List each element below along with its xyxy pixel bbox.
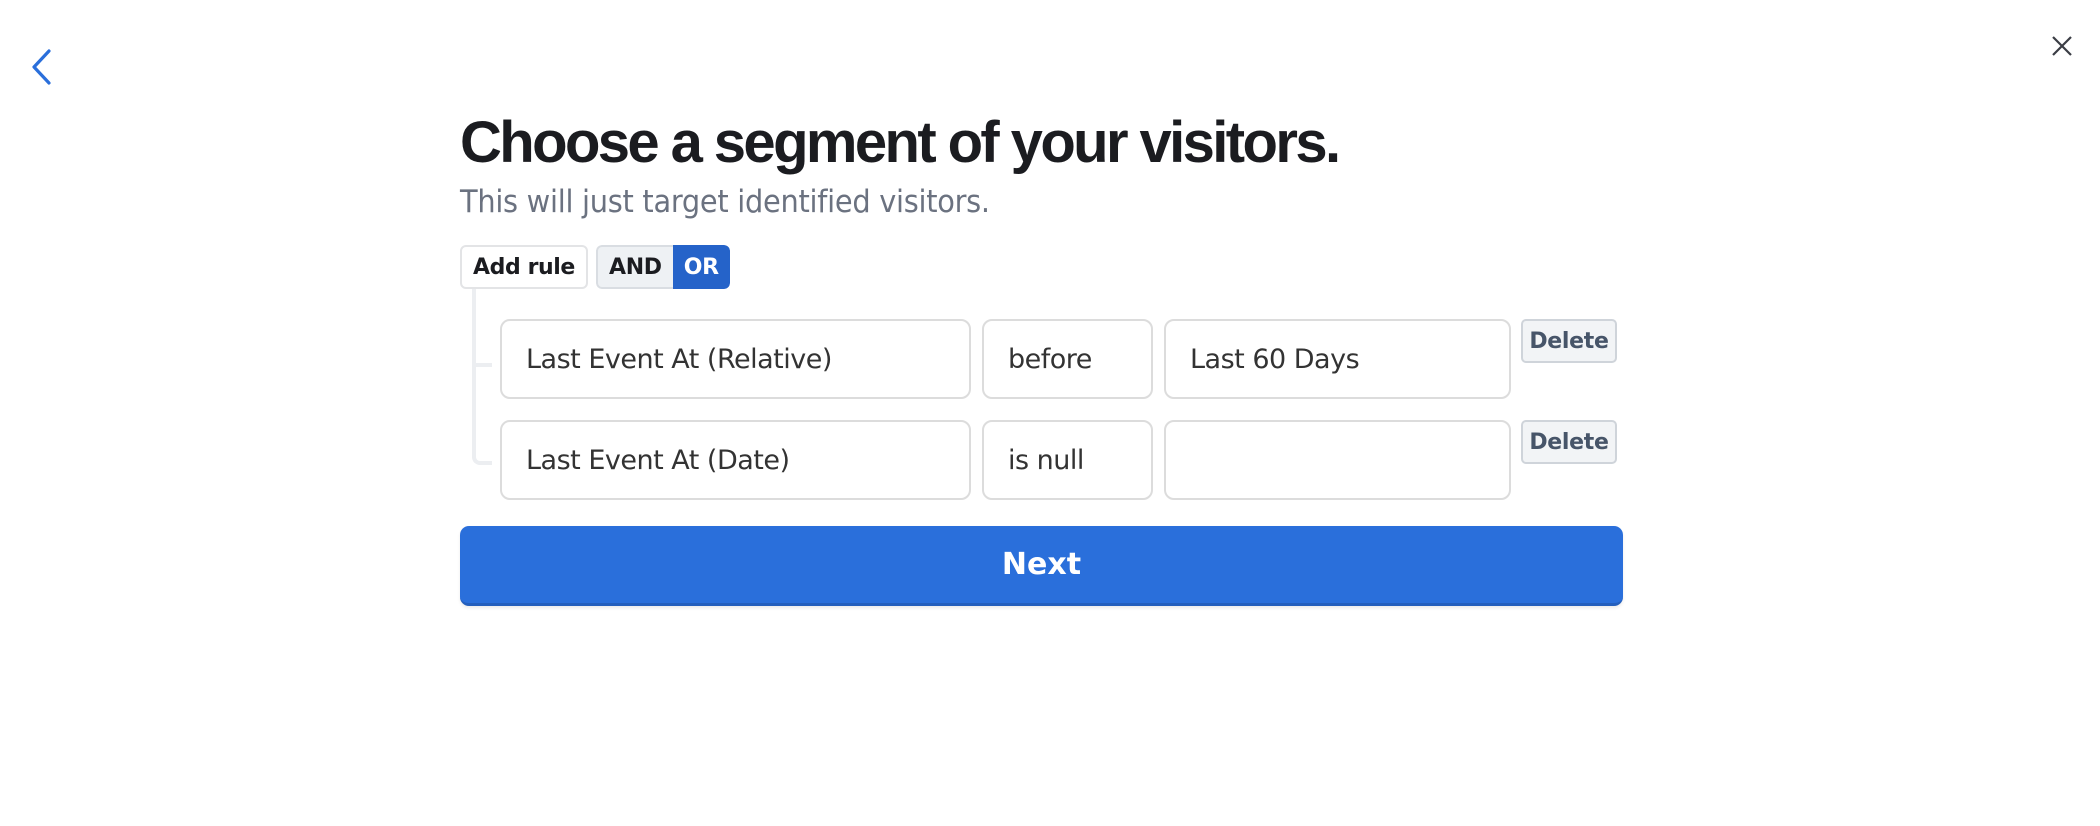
page-subtitle: This will just target identified visitor… — [460, 184, 990, 220]
page-title: Choose a segment of your visitors. — [460, 110, 1341, 175]
delete-rule-button[interactable]: Delete — [1521, 319, 1617, 363]
logic-or-option[interactable]: OR — [672, 245, 730, 289]
add-rule-button[interactable]: Add rule — [460, 245, 588, 289]
segment-form: Choose a segment of your visitors. This … — [460, 108, 1623, 606]
logic-toggle: AND OR — [595, 245, 730, 289]
delete-rule-button[interactable]: Delete — [1521, 420, 1617, 464]
close-button[interactable] — [2050, 34, 2074, 58]
chevron-left-icon — [32, 49, 51, 85]
back-button[interactable] — [28, 48, 58, 88]
rule-property-select[interactable]: Last Event At (Relative) — [500, 319, 971, 399]
rule-value-input[interactable] — [1164, 420, 1511, 500]
rule-operator-select[interactable]: before — [982, 319, 1153, 399]
rule-value-input[interactable]: Last 60 Days — [1164, 319, 1511, 399]
rule-tree-connector — [472, 289, 492, 465]
close-icon — [2052, 36, 2072, 56]
next-button[interactable]: Next — [460, 526, 1623, 606]
rule-tree-branch — [472, 363, 492, 367]
rule-toolbar: Add rule AND OR — [460, 245, 730, 289]
rule-property-select[interactable]: Last Event At (Date) — [500, 420, 971, 500]
logic-and-option[interactable]: AND — [595, 245, 673, 289]
rule-operator-select[interactable]: is null — [982, 420, 1153, 500]
